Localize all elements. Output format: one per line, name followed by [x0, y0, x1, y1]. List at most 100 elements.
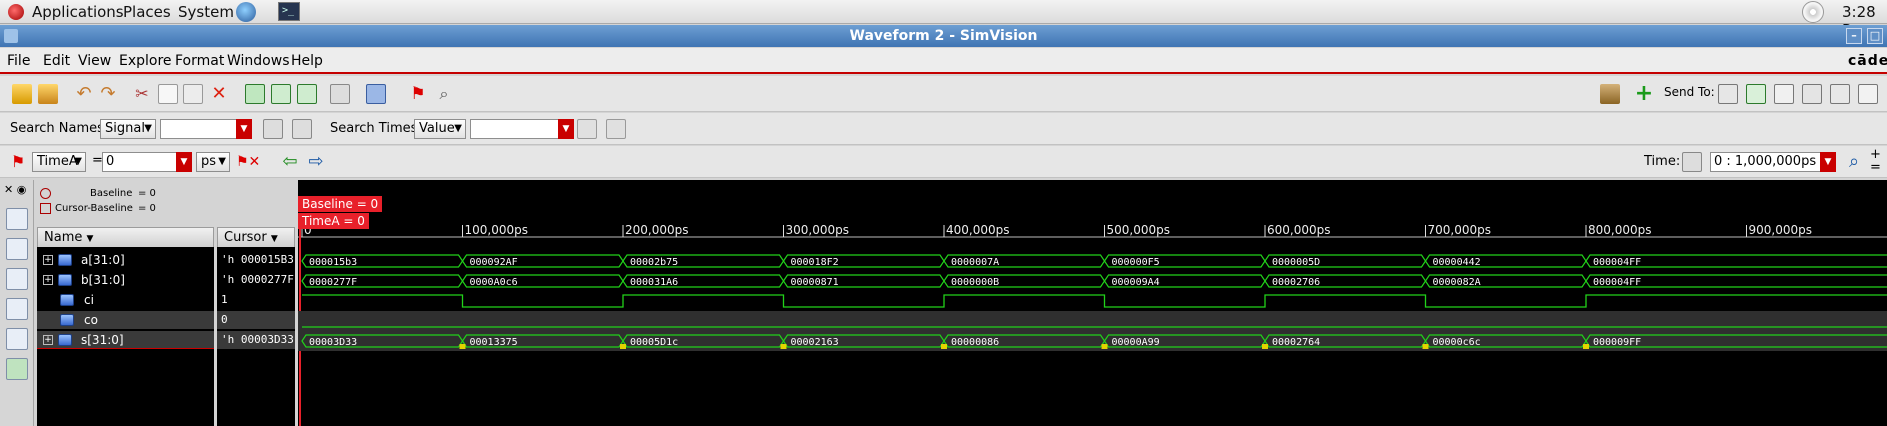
hierarchy-tool-icon[interactable] — [6, 268, 28, 290]
open-database-icon[interactable] — [12, 84, 32, 104]
probe-icon[interactable]: ⌕ — [434, 84, 454, 104]
find-icon[interactable] — [330, 84, 350, 104]
send-to-register-icon[interactable] — [1802, 84, 1822, 104]
bus-value-label: 0000277F — [309, 277, 357, 288]
search-names-input[interactable]: ▼ — [160, 119, 252, 139]
applications-menu[interactable]: Applications — [32, 3, 124, 21]
marker-time-input[interactable]: 0 ▼ — [102, 152, 192, 172]
marker-select[interactable]: TimeA ▼ — [32, 152, 86, 172]
menu-edit[interactable]: Edit — [43, 53, 70, 69]
search-times-input[interactable]: ▼ — [470, 119, 574, 139]
zoom-time-icon[interactable]: ⌕ — [1844, 152, 1864, 172]
delete-icon[interactable]: ✕ — [209, 84, 229, 104]
marker-flag-icon[interactable]: ⚑ — [8, 152, 28, 172]
menu-windows[interactable]: Windows — [227, 53, 290, 69]
add-icon[interactable]: + — [1634, 83, 1654, 105]
prev-edge-icon[interactable]: ⇦ — [280, 152, 300, 172]
send-to-schematic-icon[interactable] — [1774, 84, 1794, 104]
bus-value-label: 00000A99 — [1112, 337, 1160, 348]
system-menu[interactable]: System — [178, 3, 234, 21]
time-label: Time: — [1644, 154, 1681, 169]
menu-format[interactable]: Format — [175, 53, 224, 69]
name-column-header[interactable]: Name ▼ — [37, 227, 214, 249]
places-menu[interactable]: Places — [123, 3, 171, 21]
signal-row-ci[interactable]: ci — [37, 291, 214, 309]
send-to-memory-icon[interactable] — [1830, 84, 1850, 104]
cut-icon[interactable]: ✂ — [132, 84, 152, 104]
signal-row-b[interactable]: + b[31:0] — [37, 271, 214, 289]
browser-launcher-icon[interactable] — [236, 2, 256, 22]
cursor-column-header[interactable]: Cursor ▼ — [217, 227, 295, 249]
minimize-icon[interactable]: – — [1846, 28, 1862, 44]
maximize-icon[interactable]: □ — [1867, 28, 1883, 44]
search-names-type-select[interactable]: Signal ▼ — [100, 119, 156, 139]
menu-explore[interactable]: Explore — [119, 53, 172, 69]
copy-icon[interactable] — [158, 84, 178, 104]
search-times-next-icon[interactable] — [606, 119, 626, 139]
cursor-baseline-icon[interactable] — [40, 203, 51, 214]
menu-help[interactable]: Help — [291, 53, 323, 69]
expand-pane-icon[interactable]: + = — [1870, 148, 1881, 174]
send-to-design-browser-icon[interactable] — [1718, 84, 1738, 104]
select-tool-icon[interactable] — [6, 208, 28, 230]
marker-flag-icon[interactable]: ⚑ — [408, 84, 428, 104]
window-title-bar: Waveform 2 - SimVision – □ — [0, 25, 1887, 47]
send-to-waveform-icon[interactable] — [1746, 84, 1766, 104]
signal-name: ci — [84, 293, 94, 307]
cd-drive-icon[interactable] — [1802, 1, 1824, 23]
reopen-icon[interactable] — [38, 84, 58, 104]
next-edge-icon[interactable]: ⇨ — [306, 152, 326, 172]
expand-icon[interactable]: + — [43, 275, 53, 285]
cursor-header-label: Cursor — [224, 230, 267, 245]
bus-value-label: 000009FF — [1593, 337, 1641, 348]
timea-marker[interactable]: TimeA = 0 — [298, 213, 369, 229]
waveform-svg[interactable]: 0 100,000ps 200,000ps 300,000ps 400,000ps 500… — [298, 180, 1887, 426]
signal-row-s[interactable]: + s[31:0] — [37, 331, 214, 349]
send-to-table-icon[interactable] — [1858, 84, 1878, 104]
row-highlight — [298, 331, 1887, 351]
bit-waveform[interactable] — [302, 294, 1887, 308]
paste-icon[interactable] — [183, 84, 203, 104]
expand-icon[interactable]: + — [43, 255, 53, 265]
display-icon[interactable] — [366, 84, 386, 104]
waveform-canvas[interactable]: 0 100,000ps 200,000ps 300,000ps 400,000ps 500… — [298, 180, 1887, 426]
baseline-label[interactable]: Baseline — [90, 188, 132, 199]
search-names-next-icon[interactable] — [292, 119, 312, 139]
search-times-type-select[interactable]: Value ▼ — [414, 119, 466, 139]
baseline-marker[interactable]: Baseline = 0 — [298, 196, 383, 212]
signal-row-a[interactable]: + a[31:0] — [37, 251, 214, 269]
source-browser-icon[interactable] — [1600, 84, 1620, 104]
zoom-out-icon[interactable] — [297, 84, 317, 104]
time-range-icon[interactable] — [1682, 152, 1702, 172]
baseline-icon[interactable] — [40, 188, 51, 199]
undo-icon[interactable]: ↶ — [74, 84, 94, 104]
time-range-dropdown-icon[interactable]: ▼ — [1820, 152, 1836, 172]
search-times-prev-icon[interactable] — [577, 119, 597, 139]
marker-time-dropdown-icon[interactable]: ▼ — [176, 152, 192, 172]
mapping-tool-icon[interactable] — [6, 358, 28, 380]
delete-marker-icon[interactable]: ⚑✕ — [236, 152, 260, 172]
distro-logo-icon[interactable] — [8, 4, 24, 20]
terminal-launcher-icon[interactable]: >_ — [278, 2, 300, 21]
expand-icon[interactable]: + — [43, 335, 53, 345]
redo-icon[interactable]: ↷ — [98, 84, 118, 104]
search-names-prev-icon[interactable] — [263, 119, 283, 139]
bus-value-label: 00000442 — [1433, 257, 1481, 268]
time-range-input[interactable]: 0 : 1,000,000ps ▼ — [1710, 152, 1836, 172]
close-pane-icon[interactable]: ✕ ◉ — [4, 183, 26, 196]
search-names-dropdown-icon[interactable]: ▼ — [236, 119, 252, 139]
bus-tool-icon[interactable] — [6, 298, 28, 320]
menu-file[interactable]: File — [7, 53, 30, 69]
group-tool-icon[interactable] — [6, 238, 28, 260]
cursor-value-list: 'h 000015B3 'h 0000277F 1 0 'h 00003D33 — [217, 247, 295, 426]
window-menu-icon[interactable] — [4, 29, 18, 43]
cursor-value: 'h 000015B3 — [221, 253, 294, 266]
expression-tool-icon[interactable] — [6, 328, 28, 350]
menu-view[interactable]: View — [78, 53, 111, 69]
search-times-dropdown-icon[interactable]: ▼ — [558, 119, 574, 139]
time-unit-select[interactable]: ps ▼ — [196, 152, 230, 172]
zoom-in-icon[interactable] — [271, 84, 291, 104]
signal-row-co[interactable]: co — [37, 311, 214, 329]
cursor-baseline-label[interactable]: Cursor-Baseline — [55, 203, 133, 214]
zoom-fit-icon[interactable] — [245, 84, 265, 104]
